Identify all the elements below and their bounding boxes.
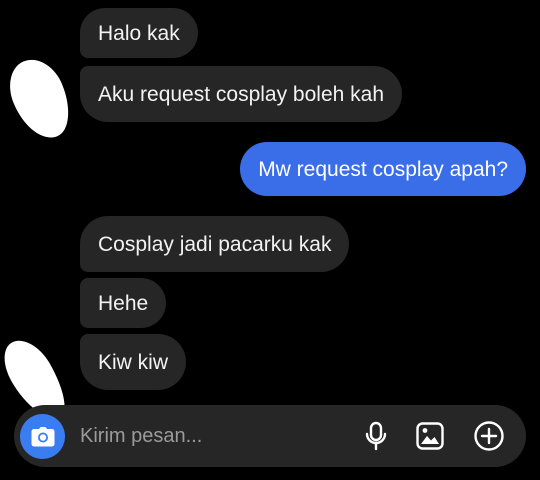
camera-icon (31, 426, 54, 446)
gallery-button[interactable] (414, 420, 446, 452)
gallery-icon (416, 422, 444, 450)
add-button[interactable] (473, 420, 505, 452)
message-bubble-outgoing[interactable]: Mw request cosplay apah? (240, 142, 526, 196)
chat-screen: Halo kak Aku request cosplay boleh kah M… (0, 0, 540, 480)
message-bubble-incoming[interactable]: Halo kak (80, 8, 198, 58)
avatar-redaction (0, 51, 80, 147)
message-bubble-incoming[interactable]: Kiw kiw (80, 334, 187, 390)
message-bubble-incoming[interactable]: Cosplay jadi pacarku kak (80, 216, 350, 272)
add-icon (474, 421, 504, 451)
camera-button[interactable] (20, 414, 65, 459)
microphone-button[interactable] (360, 420, 392, 452)
message-input[interactable]: Kirim pesan... (80, 425, 202, 448)
message-composer: Kirim pesan... (14, 405, 526, 467)
message-bubble-incoming[interactable]: Aku request cosplay boleh kah (80, 66, 403, 122)
message-bubble-incoming[interactable]: Hehe (80, 278, 167, 328)
microphone-icon (365, 421, 387, 451)
